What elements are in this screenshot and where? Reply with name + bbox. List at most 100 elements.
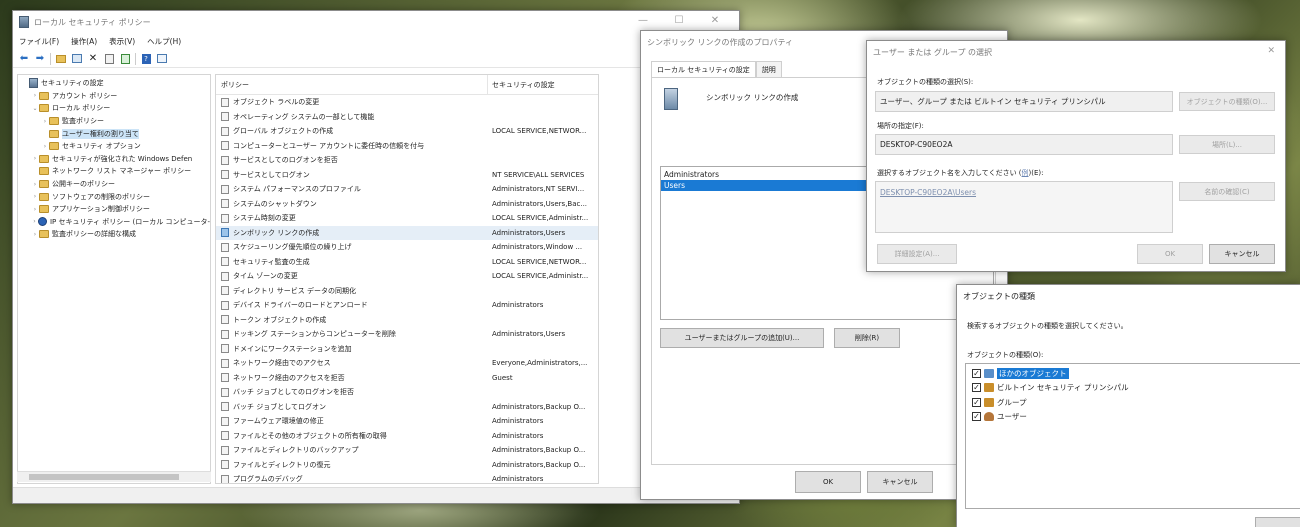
expand-chevron-icon[interactable]: › [31,231,39,238]
export-icon[interactable] [119,53,131,65]
tree-item[interactable]: › セキュリティ オプション [18,140,210,153]
object-type-item[interactable]: ✓ グループ [966,395,1300,410]
forward-arrow-icon[interactable]: ➡ [34,53,46,65]
menu-file[interactable]: ファイル(F) [19,36,59,47]
policy-row[interactable]: サービスとしてのログオンを拒否 [216,153,598,168]
expand-chevron-icon[interactable]: › [41,143,49,150]
policy-row[interactable]: システム パフォーマンスのプロファイル Administrators,NT SER… [216,182,598,197]
policy-row[interactable]: コンピューターとユーザー アカウントに委任時の信頼を付与 [216,139,598,154]
policy-row[interactable]: バッチ ジョブとしてのログオンを拒否 [216,385,598,400]
policy-row[interactable]: ファームウェア環境値の修正 Administrators [216,414,598,429]
tree-item[interactable]: › セキュリティが強化された Windows Defen [18,153,210,166]
object-types-ok-button[interactable] [1255,517,1300,527]
tree-item[interactable]: セキュリティの設定 [18,77,210,90]
tree-item[interactable]: › アカウント ポリシー [18,90,210,103]
tab-local-security-setting[interactable]: ローカル セキュリティの設定 [651,61,756,77]
policy-row[interactable]: ファイルとディレクトリのバックアップ Administrators,Backup … [216,443,598,458]
policy-row[interactable]: ネットワーク経由のアクセスを拒否 Guest [216,371,598,386]
object-types-title-bar[interactable]: オブジェクトの種類 [957,285,1300,307]
add-user-or-group-button[interactable]: ユーザーまたはグループの追加(U)... [660,328,824,348]
resolved-name-link[interactable]: DESKTOP-C90EO2A\Users [880,188,976,197]
tree-item[interactable]: › ソフトウェアの制限のポリシー [18,190,210,203]
help-icon[interactable]: ? [140,53,152,65]
policy-row[interactable]: プログラムのデバッグ Administrators [216,472,598,483]
policy-row[interactable]: スケジューリング優先順位の繰り上げ Administrators,Window .… [216,240,598,255]
expand-chevron-icon[interactable]: ⌄ [31,105,39,112]
maximize-button[interactable]: ☐ [661,15,697,26]
policy-row[interactable]: バッチ ジョブとしてログオン Administrators,Backup O... [216,400,598,415]
menu-help[interactable]: ヘルプ(H) [147,36,181,47]
menu-view[interactable]: 表示(V) [109,36,135,47]
tree-item[interactable]: › IP セキュリティ ポリシー (ローカル コンピュータ- [18,216,210,229]
ok-button[interactable]: OK [795,471,861,493]
folder-up-icon[interactable] [55,53,67,65]
checkbox[interactable]: ✓ [972,383,981,393]
expand-chevron-icon[interactable]: › [31,181,39,188]
minimize-button[interactable]: — [625,15,661,26]
expand-chevron-icon[interactable]: › [31,206,39,213]
policy-row[interactable]: ファイルとディレクトリの復元 Administrators,Backup O... [216,458,598,473]
policy-row[interactable]: シンボリック リンクの作成 Administrators,Users [216,225,598,240]
cancel-button[interactable]: キャンセル [867,471,933,493]
object-names-textarea[interactable]: DESKTOP-C90EO2A\Users [875,181,1173,233]
column-header-setting[interactable]: セキュリティの設定 [488,80,555,90]
tree-item[interactable]: ⌄ ローカル ポリシー [18,102,210,115]
advanced-button[interactable]: 詳細設定(A)... [877,244,957,264]
tree-item-label: 公開キーのポリシー [52,180,115,189]
policy-row[interactable]: サービスとしてログオン NT SERVICE\ALL SERVICES [216,168,598,183]
policy-row[interactable]: セキュリティ監査の生成 LOCAL SERVICE,NETWOR... [216,255,598,270]
column-header-policy[interactable]: ポリシー [216,75,488,94]
object-type-item[interactable]: ✓ ビルトイン セキュリティ プリンシパル [966,381,1300,396]
policy-row[interactable]: オブジェクト ラベルの変更 [216,95,598,110]
expand-chevron-icon[interactable]: › [41,118,49,125]
check-names-button[interactable]: 名前の確認(C) [1179,182,1275,201]
show-hide-tree-icon[interactable] [71,53,83,65]
policy-row[interactable]: タイム ゾーンの変更 LOCAL SERVICE,Administr... [216,269,598,284]
policy-row[interactable]: ドメインにワークステーションを追加 [216,342,598,357]
object-types-list[interactable]: ✓ ほかのオブジェクト ✓ ビルトイン セキュリティ プリンシパル ✓ グループ ✓ ユーザー [965,363,1300,509]
close-button[interactable]: ✕ [697,15,733,26]
checkbox[interactable]: ✓ [972,368,981,378]
object-type-item[interactable]: ✓ ユーザー [966,410,1300,425]
tab-explain[interactable]: 説明 [755,61,782,77]
policy-row[interactable]: システム時刻の変更 LOCAL SERVICE,Administr... [216,211,598,226]
select-cancel-button[interactable]: キャンセル [1209,244,1275,264]
expand-chevron-icon[interactable]: › [31,193,39,200]
policy-row[interactable]: グローバル オブジェクトの作成 LOCAL SERVICE,NETWOR... [216,124,598,139]
select-dialog-close-button[interactable]: ✕ [1267,46,1275,56]
tree-item[interactable]: › 公開キーのポリシー [18,178,210,191]
tree-item[interactable]: ユーザー権利の割り当て [18,127,210,140]
policy-row[interactable]: ネットワーク経由でのアクセス Everyone,Administrators,..… [216,356,598,371]
scrollbar-thumb[interactable] [29,474,179,480]
back-arrow-icon[interactable]: ⬅ [18,53,30,65]
object-types-button[interactable]: オブジェクトの種類(O)... [1179,92,1275,111]
policy-row[interactable]: ドッキング ステーションからコンピューターを削除 Administrators,U… [216,327,598,342]
policy-row[interactable]: ファイルとその他のオブジェクトの所有権の取得 Administrators [216,429,598,444]
expand-chevron-icon[interactable]: › [31,155,39,162]
policy-row[interactable]: トークン オブジェクトの作成 [216,313,598,328]
properties-icon[interactable] [103,53,115,65]
object-type-item[interactable]: ✓ ほかのオブジェクト [966,366,1300,381]
tree-horizontal-scrollbar[interactable] [17,471,211,482]
select-dialog-title-bar[interactable]: ユーザー または グループ の選択 ✕ [867,41,1285,63]
tree-item[interactable]: › アプリケーション制御ポリシー [18,203,210,216]
checkbox[interactable]: ✓ [972,412,981,422]
tree-item[interactable]: ネットワーク リスト マネージャー ポリシー [18,165,210,178]
expand-chevron-icon[interactable]: › [31,92,39,99]
policy-row[interactable]: オペレーティング システムの一部として機能 [216,110,598,125]
policy-row[interactable]: ディレクトリ サービス データの同期化 [216,284,598,299]
delete-icon[interactable]: ✕ [87,53,99,65]
title-bar[interactable]: ローカル セキュリティ ポリシー — ☐ ✕ [13,11,739,33]
locations-button[interactable]: 場所(L)... [1179,135,1275,154]
examples-link[interactable]: 例 [1022,169,1029,177]
tree-item[interactable]: › 監査ポリシー [18,115,210,128]
policy-row[interactable]: システムのシャットダウン Administrators,Users,Bac... [216,197,598,212]
expand-chevron-icon[interactable]: › [31,218,38,225]
select-ok-button[interactable]: OK [1137,244,1203,264]
checkbox[interactable]: ✓ [972,397,981,407]
menu-action[interactable]: 操作(A) [71,36,97,47]
view-icon[interactable] [156,53,168,65]
remove-button[interactable]: 削除(R) [834,328,900,348]
policy-row[interactable]: デバイス ドライバーのロードとアンロード Administrators [216,298,598,313]
tree-item[interactable]: › 監査ポリシーの詳細な構成 [18,228,210,241]
